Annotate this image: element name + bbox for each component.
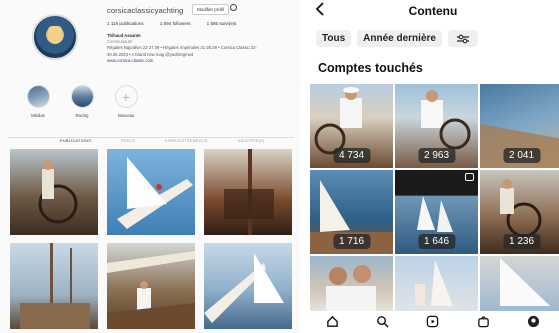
- profile-stats: 1 116 publications 1 894 followers 1 585…: [107, 21, 236, 26]
- following-count[interactable]: 1 585 suivi(e)s: [207, 21, 237, 26]
- tab-reels[interactable]: REELS: [121, 139, 135, 143]
- reach-count: 1 236: [502, 234, 541, 249]
- reach-count: 2 041: [502, 148, 541, 163]
- followers-count[interactable]: 1 894 followers: [160, 21, 191, 26]
- highlight-label: Nouveau: [117, 113, 135, 118]
- desktop-profile-panel: corsicaclassicyachting Modifier profil 1…: [0, 0, 300, 333]
- post-thumbnail[interactable]: [10, 243, 98, 329]
- plus-icon: +: [114, 85, 138, 108]
- profile-avatar[interactable]: [32, 14, 78, 60]
- post-image: [224, 149, 274, 235]
- reels-icon[interactable]: [426, 315, 439, 333]
- story-highlights: Médias Racing + Nouveau: [26, 85, 138, 118]
- post-thumbnail[interactable]: [204, 149, 292, 235]
- content-item[interactable]: [480, 256, 559, 311]
- search-icon[interactable]: [376, 315, 389, 333]
- content-item[interactable]: 2 041: [480, 84, 559, 168]
- tab-tagged[interactable]: IDENTIFIÉ(E): [238, 139, 265, 143]
- shop-icon[interactable]: [477, 315, 490, 333]
- content-item[interactable]: 2 963: [395, 84, 478, 168]
- section-title: Comptes touchés: [318, 61, 423, 75]
- post-image: [204, 253, 284, 323]
- highlight-medias[interactable]: Médias: [26, 85, 50, 118]
- profile-bio: Thibaud Assante Communauté Régates Napol…: [107, 33, 287, 64]
- reach-count: 4 734: [332, 148, 371, 163]
- gear-icon[interactable]: [230, 4, 237, 11]
- posts-count: 1 116 publications: [107, 21, 144, 26]
- content-image: [326, 265, 376, 311]
- mobile-insights-panel: Contenu Tous Année dernière Comptes touc…: [307, 0, 559, 333]
- post-image: [107, 251, 195, 329]
- tab-divider: [8, 137, 294, 138]
- highlight-label: Médias: [31, 113, 45, 118]
- reach-count: 1 646: [417, 234, 456, 249]
- highlight-label: Racing: [75, 113, 89, 118]
- content-image: [500, 258, 550, 306]
- tab-publications[interactable]: PUBLICATIONS: [60, 139, 91, 143]
- content-item[interactable]: 1 236: [480, 170, 559, 254]
- bottom-navigation: [307, 314, 559, 333]
- highlight-new[interactable]: + Nouveau: [114, 85, 138, 118]
- highlight-racing[interactable]: Racing: [70, 85, 94, 118]
- bio-link[interactable]: www.corsica-classic.com: [107, 58, 287, 64]
- filter-last-year[interactable]: Année dernière: [357, 30, 442, 47]
- post-image: [38, 160, 78, 224]
- content-image: [415, 260, 453, 306]
- content-item[interactable]: 4 734: [310, 84, 393, 168]
- post-image: [20, 243, 90, 329]
- post-image: [117, 157, 193, 229]
- edit-profile-button[interactable]: Modifier profil: [192, 4, 230, 15]
- reach-count: 1 716: [332, 234, 371, 249]
- post-thumbnail[interactable]: [107, 149, 195, 235]
- filter-all[interactable]: Tous: [316, 30, 352, 47]
- content-item[interactable]: 1 646: [395, 170, 478, 254]
- posts-grid: [10, 149, 292, 329]
- emblem-icon: [48, 26, 62, 44]
- profile-tabs: PUBLICATIONS REELS ENREGISTREMENTS IDENT…: [60, 139, 265, 143]
- sliders-icon[interactable]: [447, 30, 478, 47]
- tab-saved[interactable]: ENREGISTREMENTS: [165, 139, 207, 143]
- content-grid: 4 734 2 963 2 041 1 716 1 646 1 236: [310, 84, 559, 311]
- filter-bar: Tous Année dernière: [316, 30, 478, 47]
- post-thumbnail[interactable]: [204, 243, 292, 329]
- content-item[interactable]: [395, 256, 478, 311]
- page-title: Contenu: [408, 4, 458, 18]
- profile-username: corsicaclassicyachting: [107, 6, 184, 15]
- post-thumbnail[interactable]: [10, 149, 98, 235]
- profile-icon[interactable]: [527, 315, 540, 333]
- reel-icon: [465, 173, 474, 181]
- post-thumbnail[interactable]: [107, 243, 195, 329]
- content-item[interactable]: 1 716: [310, 170, 393, 254]
- reach-count: 2 963: [417, 148, 456, 163]
- content-item[interactable]: [310, 256, 393, 311]
- home-icon[interactable]: [326, 315, 339, 333]
